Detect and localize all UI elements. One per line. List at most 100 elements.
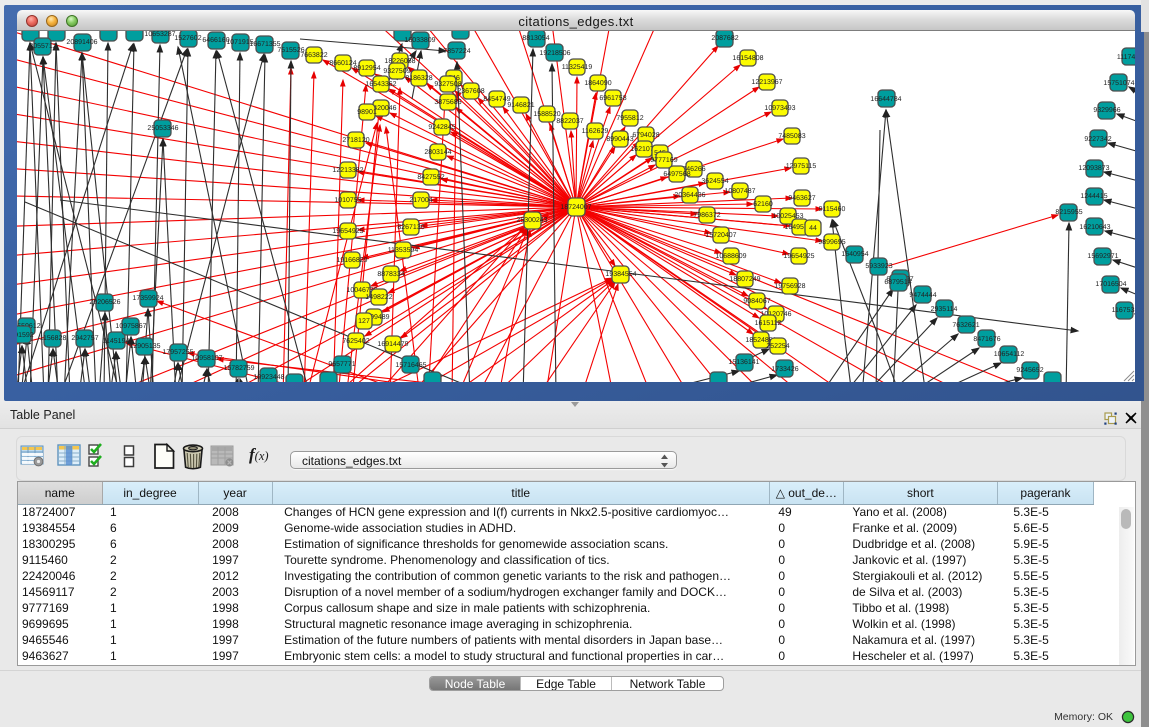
svg-text:12975115: 12975115 (786, 163, 817, 170)
svg-text:2087682: 2087682 (711, 35, 738, 42)
svg-text:17016504: 17016504 (1095, 281, 1126, 288)
svg-text:7955812: 7955812 (616, 115, 643, 122)
svg-text:16543362: 16543362 (365, 81, 396, 88)
svg-text:2935114: 2935114 (931, 306, 958, 313)
svg-text:9899695: 9899695 (818, 239, 845, 246)
svg-text:10958107: 10958107 (191, 355, 222, 362)
svg-text:18807249: 18807249 (729, 276, 760, 283)
svg-text:9329966: 9329966 (1093, 107, 1120, 114)
svg-text:25300243: 25300243 (516, 217, 547, 224)
svg-text:1615112: 1615112 (755, 320, 782, 327)
svg-text:6961758: 6961758 (599, 95, 626, 102)
svg-text:11325419: 11325419 (562, 64, 593, 71)
svg-text:7663822: 7663822 (300, 52, 327, 59)
svg-text:8990443: 8990443 (606, 136, 633, 143)
svg-text:5933923: 5933923 (865, 263, 892, 270)
svg-text:16914479: 16914479 (377, 341, 408, 348)
svg-text:2942757: 2942757 (71, 335, 98, 342)
svg-text:1640954: 1640954 (841, 251, 868, 258)
svg-text:10653287: 10653287 (144, 31, 175, 38)
svg-text:16644784: 16644784 (870, 96, 901, 103)
svg-text:17957255: 17957255 (162, 349, 193, 356)
svg-text:8471676: 8471676 (973, 336, 1000, 343)
svg-text:8186328: 8186328 (405, 75, 432, 82)
svg-text:391592: 391592 (17, 332, 34, 339)
svg-text:15751074: 15751074 (1103, 80, 1134, 87)
svg-text:19384554: 19384554 (605, 271, 636, 278)
svg-text:10807487: 10807487 (724, 188, 755, 195)
svg-text:9327509: 9327509 (383, 68, 410, 75)
svg-text:7857224: 7857224 (443, 48, 470, 55)
svg-text:2718120: 2718120 (342, 137, 369, 144)
svg-text:9463627: 9463627 (788, 195, 815, 202)
svg-text:19218506: 19218506 (539, 50, 570, 57)
svg-text:15692971: 15692971 (1087, 253, 1118, 260)
svg-text:9146821: 9146821 (507, 102, 534, 109)
svg-text:8267130: 8267130 (397, 224, 424, 231)
svg-text:9084067: 9084067 (743, 298, 770, 305)
svg-text:8822037: 8822037 (556, 118, 583, 125)
svg-text:252254: 252254 (766, 343, 789, 350)
svg-text:12093873: 12093873 (1078, 165, 1109, 172)
svg-text:9245652: 9245652 (1016, 367, 1043, 374)
svg-text:16154808: 16154808 (732, 55, 763, 62)
svg-text:9327508: 9327508 (434, 81, 461, 88)
svg-text:10973493: 10973493 (764, 105, 795, 112)
svg-text:20206526: 20206526 (89, 299, 120, 306)
svg-text:10688609: 10688609 (715, 253, 746, 260)
svg-text:1010755: 1010755 (334, 197, 361, 204)
svg-text:16210643: 16210643 (1079, 224, 1110, 231)
svg-text:1156828: 1156828 (40, 335, 67, 342)
svg-text:16671355: 16671355 (249, 41, 280, 48)
svg-text:17359924: 17359924 (132, 295, 163, 302)
svg-text:8427552: 8427552 (417, 174, 444, 181)
svg-text:8813054: 8813054 (522, 35, 549, 42)
svg-text:127: 127 (358, 318, 370, 325)
svg-text:7625402: 7625402 (342, 338, 369, 345)
svg-text:9227342: 9227342 (1084, 136, 1111, 143)
svg-text:7485083: 7485083 (778, 133, 805, 140)
svg-text:2367608: 2367608 (457, 88, 484, 95)
svg-text:20364436: 20364436 (674, 192, 705, 199)
svg-text:7986372: 7986372 (693, 212, 720, 219)
svg-text:1167533: 1167533 (1112, 307, 1135, 314)
svg-text:19654925: 19654925 (783, 253, 814, 260)
svg-text:3875685: 3875685 (434, 99, 461, 106)
svg-text:19654925: 19654925 (332, 228, 363, 235)
svg-text:18724007: 18724007 (560, 204, 591, 211)
svg-text:10975867: 10975867 (115, 323, 146, 330)
svg-text:44: 44 (809, 225, 817, 232)
svg-text:9474444: 9474444 (909, 292, 936, 299)
svg-text:16033809: 16033809 (404, 37, 435, 44)
svg-text:1244415: 1244415 (1080, 193, 1107, 200)
svg-text:9242845: 9242845 (428, 124, 455, 131)
svg-text:12213382: 12213382 (332, 167, 363, 174)
svg-text:19756928: 19756928 (774, 283, 805, 290)
svg-text:1588520: 1588520 (533, 111, 560, 118)
svg-text:217004: 217004 (409, 197, 432, 204)
svg-text:8912954: 8912954 (353, 65, 380, 72)
svg-text:1527602: 1527602 (174, 35, 201, 42)
svg-text:15136141: 15136141 (728, 359, 759, 366)
svg-text:1162629: 1162629 (582, 128, 609, 135)
svg-text:2803144: 2803144 (424, 149, 451, 156)
svg-text:20891406: 20891406 (66, 39, 97, 46)
svg-text:8878334: 8878334 (377, 271, 404, 278)
svg-text:12213967: 12213967 (751, 79, 782, 86)
svg-text:11353594: 11353594 (388, 247, 419, 254)
svg-text:10923448: 10923448 (253, 374, 284, 381)
svg-text:8215955: 8215955 (1055, 209, 1082, 216)
svg-text:3624554: 3624554 (701, 178, 728, 185)
svg-text:62160: 62160 (753, 201, 773, 208)
svg-text:1864090: 1864090 (584, 80, 611, 87)
svg-text:1733426: 1733426 (771, 366, 798, 373)
svg-text:6879514: 6879514 (884, 279, 911, 286)
svg-text:7632621: 7632621 (952, 322, 979, 329)
svg-text:9657771: 9657771 (328, 361, 355, 368)
svg-text:19166829: 19166829 (336, 257, 367, 264)
svg-text:9777169: 9777169 (650, 157, 677, 164)
svg-text:9115460: 9115460 (819, 206, 846, 213)
svg-text:2055712: 2055712 (29, 43, 56, 50)
svg-text:1498222: 1498222 (365, 294, 392, 301)
svg-text:10654112: 10654112 (994, 351, 1025, 358)
